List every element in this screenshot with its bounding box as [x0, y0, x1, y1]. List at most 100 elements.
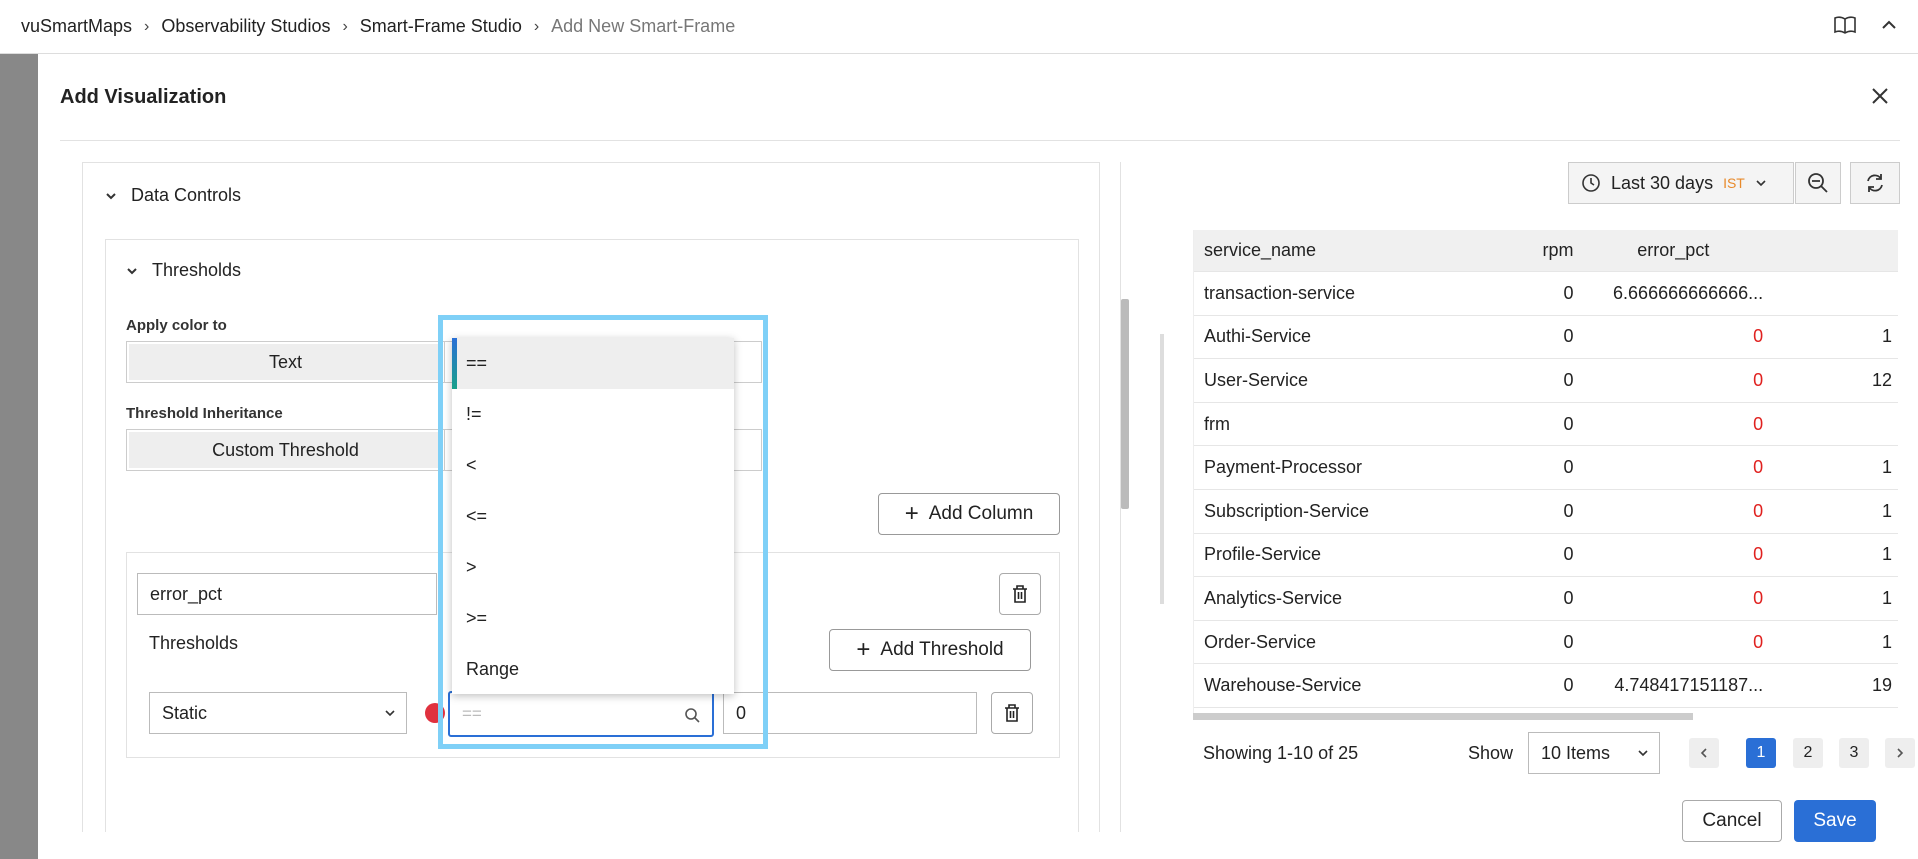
- table-cell: 19: [1871, 675, 1893, 696]
- table-row[interactable]: transaction-service 0 6.666666666666...: [1194, 272, 1898, 316]
- threshold-type-select[interactable]: Static: [149, 692, 407, 734]
- page-size-value: 10 Items: [1541, 742, 1611, 763]
- divider: [60, 140, 1900, 141]
- page-2-button[interactable]: 2: [1793, 738, 1823, 768]
- table-row[interactable]: Authi-Service 0 0 1: [1194, 316, 1898, 360]
- table-cell: 1: [1882, 500, 1893, 521]
- show-label: Show: [1468, 742, 1514, 763]
- operator-option-neq[interactable]: !=: [452, 389, 734, 440]
- table-cell: 1: [1882, 326, 1893, 347]
- cancel-button[interactable]: Cancel: [1682, 800, 1782, 842]
- operator-option-range[interactable]: Range: [452, 644, 734, 695]
- time-range-picker[interactable]: Last 30 days IST: [1568, 162, 1794, 204]
- chevron-up-icon[interactable]: [1880, 16, 1898, 34]
- clock-icon: [1582, 174, 1600, 192]
- table-row[interactable]: Order-Service 0 0 1: [1194, 621, 1898, 665]
- apply-color-option-text[interactable]: Text: [126, 341, 445, 383]
- thresholds-sublabel: Thresholds: [149, 633, 239, 653]
- column-header[interactable]: rpm: [1416, 240, 1584, 261]
- table-row[interactable]: Analytics-Service 0 0 1: [1194, 577, 1898, 621]
- zoom-out-button[interactable]: [1795, 162, 1841, 204]
- delete-threshold-button[interactable]: [991, 692, 1033, 734]
- next-page-button[interactable]: [1885, 738, 1915, 768]
- table-cell: 0: [1563, 413, 1574, 434]
- refresh-button[interactable]: [1850, 162, 1900, 204]
- prev-page-button[interactable]: [1689, 738, 1719, 768]
- data-controls-header[interactable]: Data Controls: [105, 185, 241, 206]
- chevron-left-icon: [1700, 748, 1707, 758]
- breadcrumb-smart-frame-studio[interactable]: Smart-Frame Studio: [360, 16, 522, 37]
- chevron-down-icon: [1638, 750, 1648, 757]
- time-range-label: Last 30 days: [1611, 172, 1714, 193]
- table-cell: 12: [1871, 369, 1893, 390]
- table-cell: 0: [1753, 500, 1764, 521]
- operator-option-gte[interactable]: >=: [452, 593, 734, 644]
- operator-option-gt[interactable]: >: [452, 542, 734, 593]
- add-threshold-label: Add Threshold: [880, 639, 1004, 660]
- threshold-value-input[interactable]: 0: [723, 692, 977, 734]
- threshold-color-swatch[interactable]: [425, 703, 445, 723]
- operator-option-lt[interactable]: <: [452, 440, 734, 491]
- table-cell: 0: [1753, 587, 1764, 608]
- table-cell: 0: [1563, 369, 1574, 390]
- top-bar: vuSmartMaps › Observability Studios › Sm…: [0, 0, 1918, 54]
- add-threshold-button[interactable]: + Add Threshold: [829, 629, 1031, 671]
- table-header-row: service_name rpm error_pct: [1194, 230, 1898, 272]
- add-column-button[interactable]: + Add Column: [878, 493, 1060, 535]
- table-row[interactable]: Profile-Service 0 0 1: [1194, 534, 1898, 578]
- page-1-button[interactable]: 1: [1746, 738, 1776, 768]
- table-row[interactable]: frm 0 0: [1194, 403, 1898, 447]
- page-3-button[interactable]: 3: [1839, 738, 1869, 768]
- table-cell: 4.748417151187...: [1614, 675, 1764, 696]
- table-cell: 0: [1563, 675, 1574, 696]
- column-field[interactable]: error_pct: [137, 573, 437, 615]
- chevron-down-icon: [385, 710, 395, 717]
- table-horizontal-scrollbar[interactable]: [1193, 713, 1693, 720]
- data-controls-label: Data Controls: [131, 185, 242, 205]
- breadcrumb-observability-studios[interactable]: Observability Studios: [161, 16, 330, 37]
- book-icon[interactable]: [1834, 15, 1856, 35]
- operator-search-input[interactable]: ==: [448, 691, 714, 737]
- threshold-inheritance-option-custom[interactable]: Custom Threshold: [126, 429, 445, 471]
- delete-column-button[interactable]: [999, 573, 1041, 615]
- table-row[interactable]: Subscription-Service 0 0 1: [1194, 490, 1898, 534]
- table-cell: 0: [1563, 457, 1574, 478]
- breadcrumb-current: Add New Smart-Frame: [551, 16, 736, 36]
- preview-scrollbar-track: [1160, 334, 1164, 604]
- close-icon[interactable]: [1868, 84, 1892, 108]
- table-cell: 1: [1882, 587, 1893, 608]
- column-header[interactable]: error_pct: [1583, 240, 1773, 261]
- table-cell: User-Service: [1204, 369, 1309, 390]
- chevron-right-icon: ›: [144, 17, 150, 35]
- column-header[interactable]: service_name: [1194, 240, 1416, 261]
- modal-title: Add Visualization: [60, 86, 227, 108]
- table-cell: 0: [1563, 282, 1574, 303]
- table-cell: 0: [1563, 587, 1574, 608]
- operator-option-eq[interactable]: ==: [452, 338, 734, 389]
- table-row[interactable]: Payment-Processor 0 0 1: [1194, 446, 1898, 490]
- thresholds-header[interactable]: Thresholds: [126, 260, 241, 281]
- save-button[interactable]: Save: [1794, 800, 1876, 842]
- chevron-right-icon: ›: [533, 17, 540, 35]
- plus-icon: +: [856, 636, 871, 663]
- table-cell: Analytics-Service: [1204, 587, 1343, 608]
- table-cell: Profile-Service: [1204, 544, 1322, 565]
- table-cell: transaction-service: [1204, 282, 1356, 303]
- breadcrumb-vusmartmaps[interactable]: vuSmartMaps: [21, 16, 132, 37]
- table-cell: 0: [1753, 326, 1764, 347]
- chevron-down-icon: [1756, 180, 1766, 187]
- table-row[interactable]: User-Service 0 0 12: [1194, 359, 1898, 403]
- plus-icon: +: [904, 500, 919, 527]
- table-cell: 0: [1753, 631, 1764, 652]
- page-size-select[interactable]: 10 Items: [1528, 732, 1660, 774]
- chevron-right-icon: [1897, 748, 1904, 758]
- operator-placeholder: ==: [462, 704, 482, 723]
- table-body: transaction-service 0 6.666666666666... Aut…: [1194, 272, 1898, 708]
- zoom-out-icon: [1808, 173, 1828, 193]
- table-cell: 0: [1753, 544, 1764, 565]
- config-scrollbar[interactable]: [1121, 299, 1129, 509]
- operator-option-lte[interactable]: <=: [452, 491, 734, 542]
- table-row[interactable]: Warehouse-Service 0 4.748417151187... 19: [1194, 664, 1898, 708]
- table-cell: Payment-Processor: [1204, 457, 1363, 478]
- preview-table: service_name rpm error_pct transaction-s…: [1193, 230, 1898, 720]
